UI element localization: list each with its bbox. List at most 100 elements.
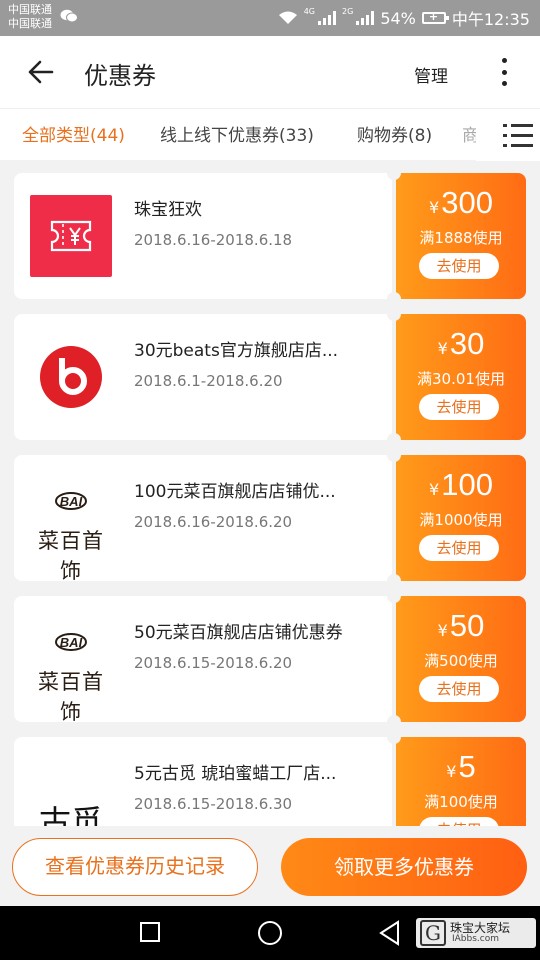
- home-icon[interactable]: [258, 921, 282, 945]
- get-more-coupons-button[interactable]: 领取更多优惠券: [281, 838, 527, 896]
- tab-online-offline[interactable]: 线上线下优惠券(33): [160, 121, 314, 146]
- coupon-condition: 满30.01使用: [417, 370, 505, 388]
- use-coupon-button[interactable]: 去使用: [419, 817, 499, 826]
- caibai-logo-text: 菜百首饰: [38, 529, 104, 583]
- back-arrow-icon[interactable]: [18, 54, 62, 90]
- status-indicators: 4G 2G 54% + 中午12:35: [278, 7, 530, 29]
- coupon-info: BAI 菜百首饰 100元菜百旗舰店店铺优... 2018.6.16-2018.…: [14, 455, 392, 583]
- coupon-type-tabs: 全部类型(44) 线上线下优惠券(33) 购物券(8) 商: [0, 108, 540, 161]
- coupon-value: ¥50 满500使用 去使用: [396, 596, 526, 722]
- coupon-info: 30元beats官方旗舰店店... 2018.6.1-2018.6.20: [14, 314, 392, 440]
- manage-button[interactable]: 管理: [414, 62, 448, 87]
- coupon-history-button[interactable]: 查看优惠券历史记录: [12, 838, 258, 896]
- notch: [387, 448, 401, 462]
- amount-number: 5: [458, 749, 476, 784]
- use-coupon-button[interactable]: 去使用: [419, 253, 499, 279]
- notch: [387, 166, 401, 180]
- coupon-title: 30元beats官方旗舰店店...: [134, 341, 339, 361]
- signal-icon-2: [356, 11, 375, 25]
- battery-charging-icon: +: [421, 10, 449, 24]
- currency-symbol: ¥: [446, 762, 457, 781]
- tab-partial[interactable]: 商: [462, 121, 476, 146]
- coupon-title: 珠宝狂欢: [134, 200, 202, 220]
- coupon-card[interactable]: BAI 菜百首饰 50元菜百旗舰店店铺优惠券 2018.6.15-2018.6.…: [14, 589, 526, 729]
- notch: [387, 574, 401, 588]
- coupon-value: ¥300 满1888使用 去使用: [396, 173, 526, 299]
- coupon-date: 2018.6.15-2018.6.20: [134, 654, 293, 672]
- currency-symbol: ¥: [429, 480, 440, 499]
- coupon-date: 2018.6.15-2018.6.30: [134, 795, 293, 813]
- currency-symbol: ¥: [437, 339, 448, 358]
- battery-percent: 54%: [380, 8, 416, 28]
- coupon-title: 5元古觅 琥珀蜜蜡工厂店...: [134, 764, 337, 784]
- coupon-value: ¥30 满30.01使用 去使用: [396, 314, 526, 440]
- more-options-icon[interactable]: [492, 54, 516, 90]
- coupon-condition: 满1888使用: [419, 229, 503, 247]
- coupon-info: 古觅 5元古觅 琥珀蜜蜡工厂店... 2018.6.15-2018.6.30: [14, 737, 392, 826]
- coupon-card[interactable]: BAI 菜百首饰 100元菜百旗舰店店铺优... 2018.6.16-2018.…: [14, 448, 526, 588]
- amount-number: 30: [449, 326, 485, 361]
- coupon-date: 2018.6.16-2018.6.18: [134, 231, 293, 249]
- list-menu-icon[interactable]: [503, 123, 533, 149]
- gumi-logo: 古觅: [30, 759, 112, 826]
- status-bar: 中国联通 中国联通 4G 2G 54% + 中午12:35: [0, 0, 540, 36]
- wechat-icon: [60, 9, 78, 23]
- notch: [387, 433, 401, 447]
- bottom-action-bar: 查看优惠券历史记录 领取更多优惠券: [0, 826, 540, 906]
- caibai-logo: BAI 菜百首饰: [30, 618, 112, 724]
- coupon-amount: ¥5: [396, 749, 526, 785]
- page-title: 优惠券: [84, 62, 156, 90]
- caibai-logo-text: 菜百首饰: [38, 670, 104, 724]
- coupon-date: 2018.6.16-2018.6.20: [134, 513, 293, 531]
- coupon-card[interactable]: 珠宝狂欢 2018.6.16-2018.6.18 ¥300 满1888使用 去使…: [14, 166, 526, 306]
- clock: 中午12:35: [451, 10, 530, 29]
- notch: [387, 307, 401, 321]
- carrier-2: 中国联通: [8, 17, 52, 30]
- recent-apps-icon[interactable]: [140, 922, 160, 942]
- coupon-condition: 满500使用: [424, 652, 498, 670]
- notch: [387, 730, 401, 744]
- amount-number: 50: [449, 608, 485, 643]
- network-type-2: 2G: [342, 7, 354, 16]
- beats-logo: [40, 346, 102, 408]
- amount-number: 100: [441, 467, 493, 502]
- system-nav-bar: G 珠宝大家坛 IAbbs.com: [0, 906, 540, 960]
- carrier-1: 中国联通: [8, 3, 52, 16]
- signal-icon: [318, 11, 337, 25]
- use-coupon-button[interactable]: 去使用: [419, 394, 499, 420]
- ticket-yen-icon: [30, 195, 112, 277]
- coupon-amount: ¥100: [396, 467, 526, 503]
- gumi-logo-text: 古觅: [38, 803, 103, 826]
- coupon-value: ¥100 满1000使用 去使用: [396, 455, 526, 581]
- coupon-date: 2018.6.1-2018.6.20: [134, 372, 283, 390]
- wifi-icon: [278, 11, 297, 24]
- network-type-1: 4G: [303, 7, 316, 16]
- coupon-info: BAI 菜百首饰 50元菜百旗舰店店铺优惠券 2018.6.15-2018.6.…: [14, 596, 392, 724]
- coupon-card[interactable]: 古觅 5元古觅 琥珀蜜蜡工厂店... 2018.6.15-2018.6.30 ¥…: [14, 730, 526, 826]
- amount-number: 300: [441, 185, 493, 220]
- currency-symbol: ¥: [429, 198, 440, 217]
- watermark: G 珠宝大家坛 IAbbs.com: [416, 918, 536, 948]
- coupon-list[interactable]: 珠宝狂欢 2018.6.16-2018.6.18 ¥300 满1888使用 去使…: [0, 160, 540, 826]
- coupon-value: ¥5 满100使用 去使用: [396, 737, 526, 826]
- coupon-title: 50元菜百旗舰店店铺优惠券: [134, 623, 343, 643]
- coupon-card[interactable]: 30元beats官方旗舰店店... 2018.6.1-2018.6.20 ¥30…: [14, 307, 526, 447]
- logo-mark: BAI: [60, 494, 83, 509]
- coupon-amount: ¥300: [396, 185, 526, 221]
- notch: [387, 589, 401, 603]
- tab-all-types[interactable]: 全部类型(44): [22, 121, 125, 146]
- use-coupon-button[interactable]: 去使用: [419, 535, 499, 561]
- watermark-logo-icon: G: [420, 920, 446, 946]
- nav-back-icon[interactable]: [378, 920, 400, 946]
- notch: [387, 715, 401, 729]
- coupon-info: 珠宝狂欢 2018.6.16-2018.6.18: [14, 173, 392, 299]
- currency-symbol: ¥: [437, 621, 448, 640]
- coupon-condition: 满100使用: [424, 793, 498, 811]
- coupon-condition: 满1000使用: [419, 511, 503, 529]
- tab-shopping[interactable]: 购物券(8): [357, 121, 432, 146]
- coupon-amount: ¥30: [396, 326, 526, 362]
- caibai-logo: BAI 菜百首饰: [30, 477, 112, 583]
- coupon-title: 100元菜百旗舰店店铺优...: [134, 482, 336, 502]
- notch: [387, 292, 401, 306]
- use-coupon-button[interactable]: 去使用: [419, 676, 499, 702]
